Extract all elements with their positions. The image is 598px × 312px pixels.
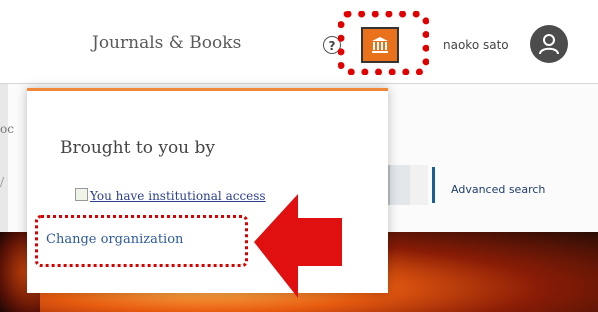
search-field-end	[410, 165, 428, 205]
background-text-fragment: oc	[0, 122, 14, 136]
journals-books-link[interactable]: Journals & Books	[92, 33, 241, 53]
avatar[interactable]	[530, 25, 568, 63]
search-field-edge	[388, 165, 410, 205]
background-search-fragment: /	[0, 175, 5, 189]
advanced-search-link[interactable]: Advanced search	[451, 183, 545, 196]
user-avatar-icon	[539, 34, 559, 55]
change-organization-highlight	[35, 215, 248, 267]
institutional-access-link[interactable]: You have institutional access	[75, 188, 266, 203]
pointer-arrow-icon	[254, 194, 342, 298]
popup-heading: Brought to you by	[60, 138, 216, 158]
broken-image-icon	[75, 188, 88, 201]
user-name[interactable]: naoko sato	[443, 38, 509, 52]
institution-button-highlight	[338, 11, 429, 75]
popup-accent-bar	[27, 88, 388, 91]
institutional-access-label: You have institutional access	[90, 189, 266, 203]
search-divider	[432, 167, 435, 203]
